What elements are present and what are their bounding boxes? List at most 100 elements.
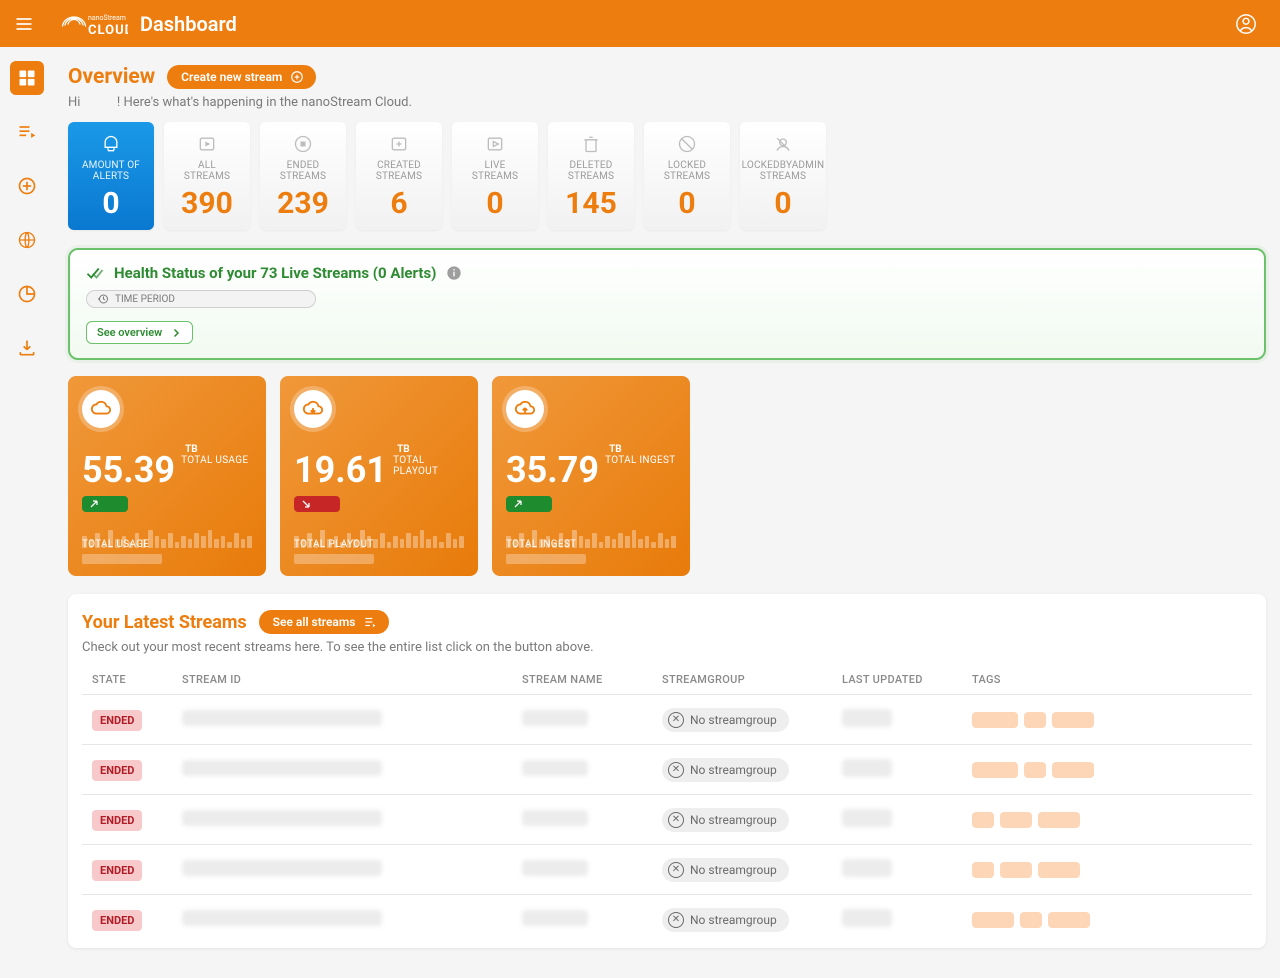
stat-value: 0 [102,186,119,221]
stream-id-redacted [182,860,382,876]
page-title: Dashboard [140,12,237,36]
greeting-prefix: Hi [68,95,80,110]
tag-placeholder [1038,862,1080,878]
menu-button[interactable] [10,10,38,38]
stream-id-redacted [182,710,382,726]
usage-value: 19.61 [294,452,387,488]
greeting-suffix: ! Here's what's happening in the nanoStr… [117,95,412,110]
streamgroup-label: No streamgroup [690,863,777,877]
col-stream-id[interactable]: STREAM ID [172,665,512,695]
usage-footer: TOTAL PLAYOUT [294,539,464,564]
app-header: nanoStream CLOUD Dashboard [0,0,1280,47]
streamgroup-label: No streamgroup [690,763,777,777]
stat-card-lockadmin[interactable]: LOCKEDBYADMIN STREAMS0 [740,122,826,230]
usage-card-total-ingest[interactable]: 35.79TBTOTAL INGESTTOTAL INGEST [492,376,690,576]
x-circle-icon: ✕ [668,762,684,778]
stat-card-lock[interactable]: LOCKED STREAMS0 [644,122,730,230]
table-row[interactable]: ENDED✕No streamgroup [82,845,1252,895]
col-state[interactable]: STATE [82,665,172,695]
col-streamgroup[interactable]: STREAMGROUP [652,665,832,695]
last-updated-redacted [842,809,892,827]
download-icon [17,338,37,358]
info-icon[interactable] [446,265,462,281]
stat-card-alert[interactable]: AMOUNT OF ALERTS0 [68,122,154,230]
create-stream-label: Create new stream [181,70,282,84]
tag-placeholder [1048,912,1090,928]
tag-placeholder [972,862,994,878]
state-badge: ENDED [92,910,142,931]
create-stream-button[interactable]: Create new stream [167,65,316,89]
see-all-streams-button[interactable]: See all streams [259,610,390,634]
create-icon [389,134,409,154]
last-updated-redacted [842,759,892,777]
usage-footer: TOTAL USAGE [82,539,252,564]
tag-placeholder [1038,812,1080,828]
table-row[interactable]: ENDED✕No streamgroup [82,795,1252,845]
cloud-icon [82,390,120,428]
streamgroup-pill: ✕ No streamgroup [662,858,789,882]
tag-placeholder [1024,712,1046,728]
user-menu-button[interactable] [1232,10,1260,38]
usage-unit: TB [185,444,248,455]
nav-rail [0,47,54,888]
health-title-text: Health Status of your 73 Live Streams (0… [114,264,436,282]
table-row[interactable]: ENDED ✕No streamgroup [82,895,1252,945]
usage-value-row: 35.79TBTOTAL INGEST [506,440,676,488]
plus-circle-icon [17,176,37,196]
live-icon [485,134,505,154]
nav-create[interactable] [10,169,44,203]
stat-card-stop[interactable]: ENDED STREAMS239 [260,122,346,230]
nav-world[interactable] [10,223,44,257]
tags-cell [972,812,1242,828]
usage-sub: TOTAL PLAYOUT [393,455,464,477]
list-play-icon [17,122,37,142]
stat-card-delete[interactable]: DELETED STREAMS145 [548,122,634,230]
table-row[interactable]: ENDED✕No streamgroup [82,745,1252,795]
stream-id-redacted [182,910,382,926]
last-updated-redacted [842,709,892,727]
x-circle-icon: ✕ [668,712,684,728]
stream-id-redacted [182,760,382,776]
x-circle-icon: ✕ [668,862,684,878]
stop-icon [293,134,313,154]
streamgroup-pill: ✕No streamgroup [662,908,789,932]
usage-card-total-playout[interactable]: 19.61TBTOTAL PLAYOUTTOTAL PLAYOUT [280,376,478,576]
tag-placeholder [1024,762,1046,778]
usage-unit: TB [397,444,464,455]
check-all-icon [86,264,104,282]
stat-value: 239 [277,186,329,221]
streamgroup-pill: ✕No streamgroup [662,808,789,832]
user-icon [1235,13,1257,35]
nav-ingest[interactable] [10,331,44,365]
usage-value-row: 19.61 TBTOTAL PLAYOUT [294,440,464,488]
health-title: Health Status of your 73 Live Streams (0… [86,264,1248,282]
col-stream-name[interactable]: STREAM NAME [512,665,652,695]
tag-placeholder [1000,812,1032,828]
cloud-logo-icon: nanoStream CLOUD [62,10,128,38]
nav-streams[interactable] [10,115,44,149]
tags-cell [972,912,1242,928]
stat-card-play[interactable]: ALL STREAMS390 [164,122,250,230]
usage-value-row: 55.39TBTOTAL USAGE [82,440,252,488]
usage-card-total-usage[interactable]: 55.39TBTOTAL USAGETOTAL USAGE [68,376,266,576]
nav-dashboard[interactable] [10,61,44,95]
table-row[interactable]: ENDED ✕ No streamgroup [82,695,1252,745]
col-last-updated[interactable]: LAST UPDATED [832,665,962,695]
delete-icon [581,134,601,154]
streamgroup-label: No streamgroup [690,713,777,727]
usage-value: 55.39 [82,452,175,488]
stat-label: DELETED STREAMS [568,160,614,182]
streamgroup-label: No streamgroup [690,913,777,927]
stat-label: ALL STREAMS [184,160,230,182]
see-overview-button[interactable]: See overview [86,321,193,344]
nav-metrics[interactable] [10,277,44,311]
tags-cell [972,862,1242,878]
time-period-selector[interactable]: TIME PERIOD [86,290,316,308]
stream-name-redacted [522,760,588,776]
stat-card-live[interactable]: LIVE STREAMS0 [452,122,538,230]
stat-card-create[interactable]: CREATED STREAMS6 [356,122,442,230]
stats-row: AMOUNT OF ALERTS0ALL STREAMS390ENDED STR… [68,122,1266,230]
col-tags[interactable]: TAGS [962,665,1252,695]
history-icon [97,293,109,305]
state-badge: ENDED [92,710,142,731]
